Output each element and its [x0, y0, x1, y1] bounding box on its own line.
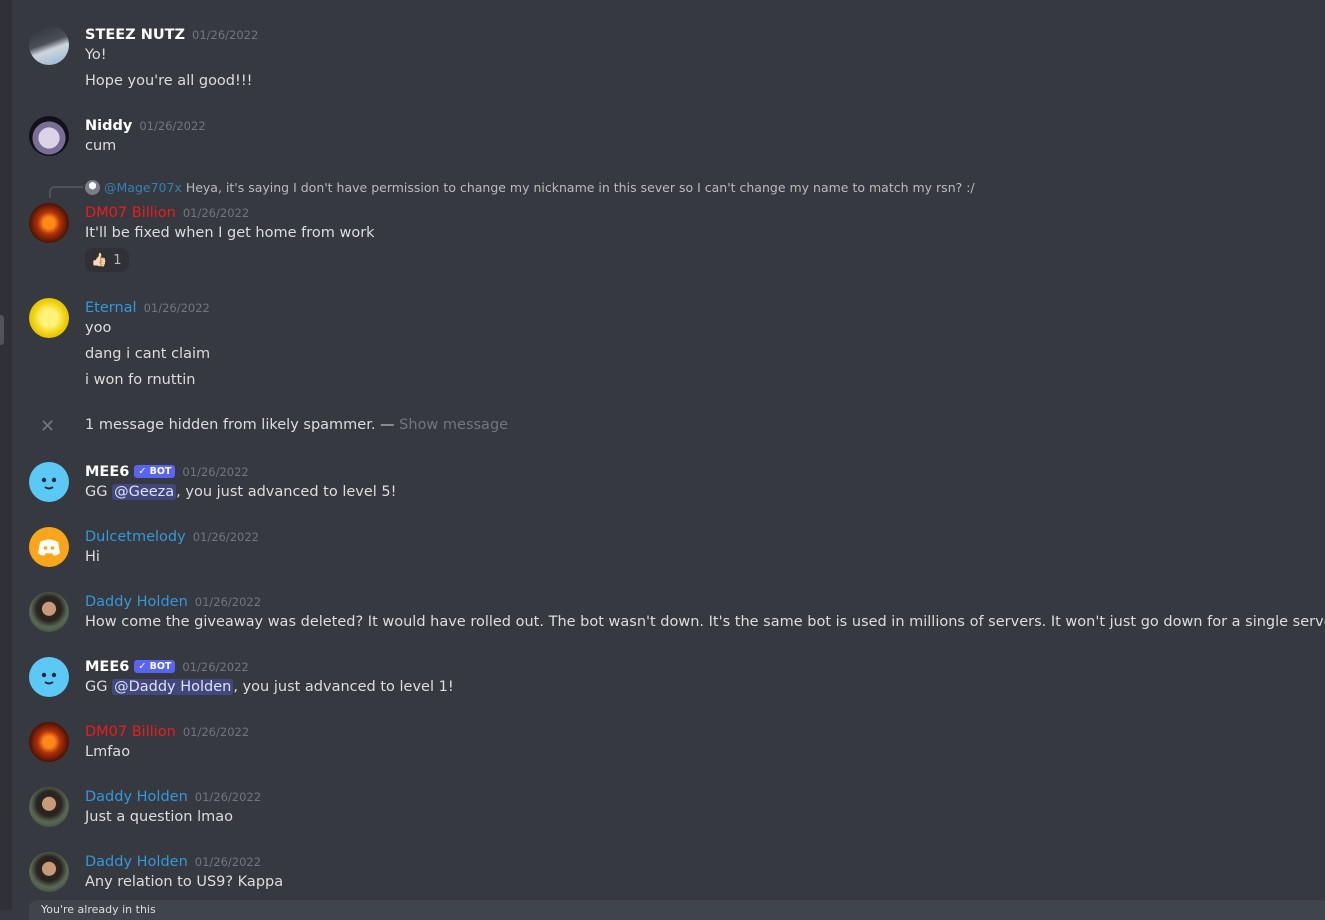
hidden-message-text: 1 message hidden from likely spammer. — — [85, 417, 400, 433]
channel-sidebar-edge — [0, 0, 12, 910]
message-text: How come the giveaway was deleted? It wo… — [85, 614, 1325, 630]
username[interactable]: Niddy — [85, 118, 132, 134]
reply-spine — [49, 186, 83, 198]
avatar[interactable] — [29, 25, 69, 65]
username[interactable]: Dulcetmelody — [85, 529, 186, 545]
discord-logo-icon — [38, 539, 60, 556]
close-icon[interactable]: ✕ — [40, 416, 55, 437]
message-text: GG @Daddy Holden, you just advanced to l… — [85, 679, 454, 695]
username[interactable]: STEEZ NUTZ — [85, 27, 185, 43]
message-text: It'll be fixed when I get home from work — [85, 225, 375, 241]
timestamp: 01/26/2022 — [182, 465, 249, 479]
message-text: cum — [85, 138, 117, 154]
username[interactable]: DM07 Billion — [85, 724, 176, 740]
text-segment: , you just advanced to level 5! — [176, 484, 397, 500]
username[interactable]: Daddy Holden — [85, 789, 188, 805]
timestamp: 01/26/2022 — [194, 595, 262, 609]
username[interactable]: Daddy Holden — [85, 594, 188, 610]
message-text: i won fo rnuttin — [85, 372, 196, 388]
message-text: dang i cant claim — [85, 346, 211, 362]
mee6-face-icon — [41, 672, 57, 685]
scroll-indicator — [0, 315, 4, 345]
reaction-count: 1 — [113, 252, 122, 268]
timestamp: 01/26/2022 — [182, 725, 250, 739]
text-segment: GG — [85, 679, 113, 695]
text-segment: , you just advanced to level 1! — [233, 679, 454, 695]
reply-preview[interactable]: @Mage707x Heya, it's saying I don't have… — [85, 180, 975, 195]
avatar[interactable] — [29, 852, 69, 892]
timestamp: 01/26/2022 — [192, 28, 259, 42]
thumbs-up-icon: 👍🏻 — [91, 252, 108, 268]
bot-badge: ✓ BOT — [134, 465, 176, 478]
user-mention[interactable]: @Daddy Holden — [112, 679, 234, 695]
username[interactable]: MEE6 — [85, 659, 129, 675]
text-segment: GG — [85, 484, 113, 500]
message-text: yoo — [85, 320, 112, 336]
avatar[interactable] — [29, 657, 69, 697]
timestamp: 01/26/2022 — [194, 855, 262, 869]
avatar[interactable] — [29, 462, 69, 502]
avatar[interactable] — [29, 298, 69, 338]
mee6-face-icon — [41, 477, 57, 490]
message-text: GG @Geeza, you just advanced to level 5! — [85, 484, 396, 500]
avatar[interactable] — [29, 722, 69, 762]
username[interactable]: Daddy Holden — [85, 854, 188, 870]
user-mention[interactable]: @Geeza — [112, 484, 177, 500]
reply-avatar — [85, 180, 100, 195]
avatar[interactable] — [29, 116, 69, 156]
message-text: Yo! — [85, 47, 107, 63]
bot-badge: ✓ BOT — [134, 660, 176, 673]
timestamp: 01/26/2022 — [143, 301, 210, 315]
timestamp: 01/26/2022 — [194, 790, 262, 804]
reply-author[interactable]: @Mage707x — [104, 180, 182, 195]
message-text: Any relation to US9? Kappa — [85, 874, 284, 890]
reaction-thumbs-up[interactable]: 👍🏻 1 — [85, 248, 130, 272]
message-text: Hi — [85, 549, 100, 565]
timestamp: 01/26/2022 — [139, 119, 206, 133]
avatar[interactable] — [29, 203, 69, 243]
show-message-link[interactable]: Show message — [399, 417, 508, 433]
avatar[interactable] — [29, 787, 69, 827]
avatar[interactable] — [29, 592, 69, 632]
timestamp: 01/26/2022 — [182, 206, 250, 220]
reply-text: Heya, it's saying I don't have permissio… — [185, 180, 975, 195]
username[interactable]: DM07 Billion — [85, 205, 176, 221]
username[interactable]: Eternal — [85, 300, 137, 316]
timestamp: 01/26/2022 — [182, 660, 249, 674]
timestamp: 01/26/2022 — [192, 530, 259, 544]
avatar[interactable] — [29, 527, 69, 567]
message-text: Hope you're all good!!! — [85, 73, 253, 89]
message-text: Just a question lmao — [85, 809, 233, 825]
username[interactable]: MEE6 — [85, 464, 129, 480]
message-text: Lmfao — [85, 744, 131, 760]
message-composer[interactable]: You're already in this — [29, 900, 1325, 920]
